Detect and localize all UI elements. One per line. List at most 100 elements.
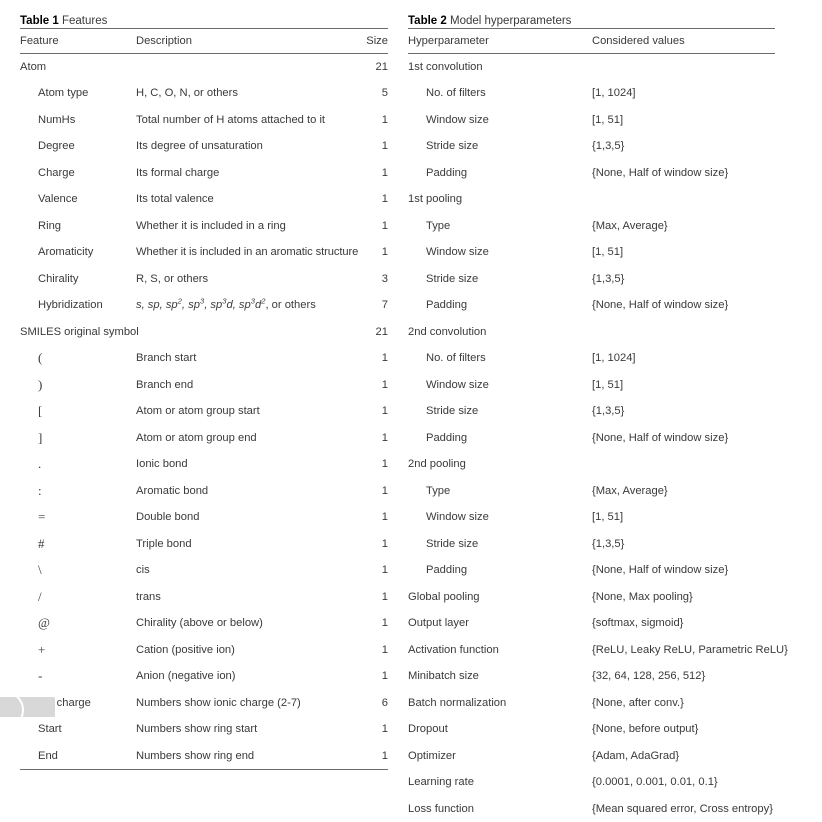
table-row: EndNumbers show ring end1 [20,743,388,770]
feature-size: 1 [366,213,388,240]
table-row: =Double bond1 [20,504,388,531]
feature-description: Whether it is included in a ring [136,213,366,240]
feature-size: 1 [366,107,388,134]
smiles-symbol-glyph: : [38,483,42,498]
table-1-caption-title: Features [62,15,107,27]
feature-size: 1 [366,398,388,425]
hyperparameter-name: Stride size [408,398,592,425]
feature-size: 1 [366,716,388,743]
hyperparameter-name: Stride size [408,133,592,160]
table-row: 2nd pooling [408,451,775,478]
smiles-symbol-glyph: + [38,642,45,657]
table-row: No. of filters[1, 1024] [408,345,775,372]
table-row: Dropout{None, before output} [408,716,775,743]
smiles-symbol-glyph: = [38,509,45,524]
table-2: Hyperparameter Considered values 1st con… [408,28,775,822]
table-row: ]Atom or atom group end1 [20,425,388,452]
table-row: Batch normalization{None, after conv.} [408,690,775,717]
table-row: @Chirality (above or below)1 [20,610,388,637]
table-row: Padding{None, Half of window size} [408,425,775,452]
table-row: StartNumbers show ring start1 [20,716,388,743]
hyperparameter-name: Padding [408,292,592,319]
feature-size: 1 [366,186,388,213]
feature-name: Atom type [20,80,136,107]
table-2-header-hyperparameter: Hyperparameter [408,29,592,54]
table-1-header-description: Description [136,29,366,54]
hyperparameter-value: {Max, Average} [592,478,775,505]
hyperparameter-value: {1,3,5} [592,133,775,160]
feature-name: Valence [20,186,136,213]
feature-description: Numbers show ionic charge (2-7) [136,690,366,717]
table-1: Feature Description Size Atom 21 Atom type… [20,28,388,770]
feature-description: Its degree of unsaturation [136,133,366,160]
hyperparameter-group-label: 1st pooling [408,186,592,213]
hyperparameter-value: {0.0001, 0.001, 0.01, 0.1} [592,769,775,796]
feature-description: Numbers show ring start [136,716,366,743]
table-row: Loss function{Mean squared error, Cross … [408,796,775,822]
smiles-symbol-glyph: [ [38,403,42,418]
table-row: #Triple bond1 [20,531,388,558]
table-2-header: Hyperparameter Considered values [408,29,775,54]
feature-description [136,53,366,80]
feature-symbol: - [20,663,136,690]
page-corner-watermark [0,697,55,717]
feature-symbol: + [20,637,136,664]
table-row: 1st pooling [408,186,775,213]
feature-description: Numbers show ring end [136,743,366,770]
table-row: 1st convolution [408,53,775,80]
feature-size: 1 [366,610,388,637]
feature-description [136,319,366,346]
hyperparameter-name: Stride size [408,531,592,558]
feature-size: 7 [366,292,388,319]
feature-size: 21 [366,53,388,80]
hyperparameter-name: Learning rate [408,769,592,796]
feature-group-label: Atom [20,53,136,80]
feature-size: 6 [366,690,388,717]
table-row: Stride size{1,3,5} [408,266,775,293]
hyperparameter-name: Type [408,478,592,505]
hyperparameter-name: Padding [408,425,592,452]
hyperparameter-value: {1,3,5} [592,266,775,293]
smiles-symbol-glyph: ] [38,430,42,445]
table-2-block: Table 2 Model hyperparameters Hyperparam… [408,0,775,822]
table-1-body: Atom21Atom typeH, C, O, N, or others5Num… [20,53,388,770]
feature-name: Charge [20,160,136,187]
feature-symbol: : [20,478,136,505]
hyperparameter-name: Window size [408,107,592,134]
hyperparameter-group-label: 2nd pooling [408,451,592,478]
table-row: /trans1 [20,584,388,611]
feature-size: 1 [366,531,388,558]
feature-description: Total number of H atoms attached to it [136,107,366,134]
table-1-header-size: Size [366,29,388,54]
hyperparameter-value: {Max, Average} [592,213,775,240]
table-row: AromaticityWhether it is included in an … [20,239,388,266]
hyperparameter-value: {None, after conv.} [592,690,775,717]
smiles-symbol-glyph: @ [38,615,50,630]
feature-description: Branch end [136,372,366,399]
smiles-symbol-glyph: / [38,589,42,604]
feature-size: 1 [366,239,388,266]
feature-description: R, S, or others [136,266,366,293]
feature-description: Triple bond [136,531,366,558]
feature-symbol: ( [20,345,136,372]
hyperparameter-name: Loss function [408,796,592,822]
feature-size: 1 [366,557,388,584]
feature-name: End [20,743,136,770]
table-row: NumHsTotal number of H atoms attached to… [20,107,388,134]
hyperparameter-value: {ReLU, Leaky ReLU, Parametric ReLU} [592,637,775,664]
table-1-caption: Table 1 Features [20,0,388,28]
hyperparameter-value [592,53,775,80]
table-1-header-row: Feature Description Size [20,29,388,54]
hyperparameter-value: {Mean squared error, Cross entropy} [592,796,775,822]
hyperparameter-name: Global pooling [408,584,592,611]
feature-description: Its total valence [136,186,366,213]
feature-group-label: SMILES original symbol [20,319,136,346]
table-2-body: 1st convolution No. of filters[1, 1024] Wi… [408,53,775,822]
table-row: Window size[1, 51] [408,107,775,134]
feature-size: 1 [366,504,388,531]
table-row: Ion chargeNumbers show ionic charge (2-7… [20,690,388,717]
hyperparameter-name: Dropout [408,716,592,743]
feature-description: s, sp, sp2, sp3, sp3d, sp3d2, or others [136,292,366,319]
hyperparameter-name: Optimizer [408,743,592,770]
hyperparameter-value: [1, 51] [592,372,775,399]
